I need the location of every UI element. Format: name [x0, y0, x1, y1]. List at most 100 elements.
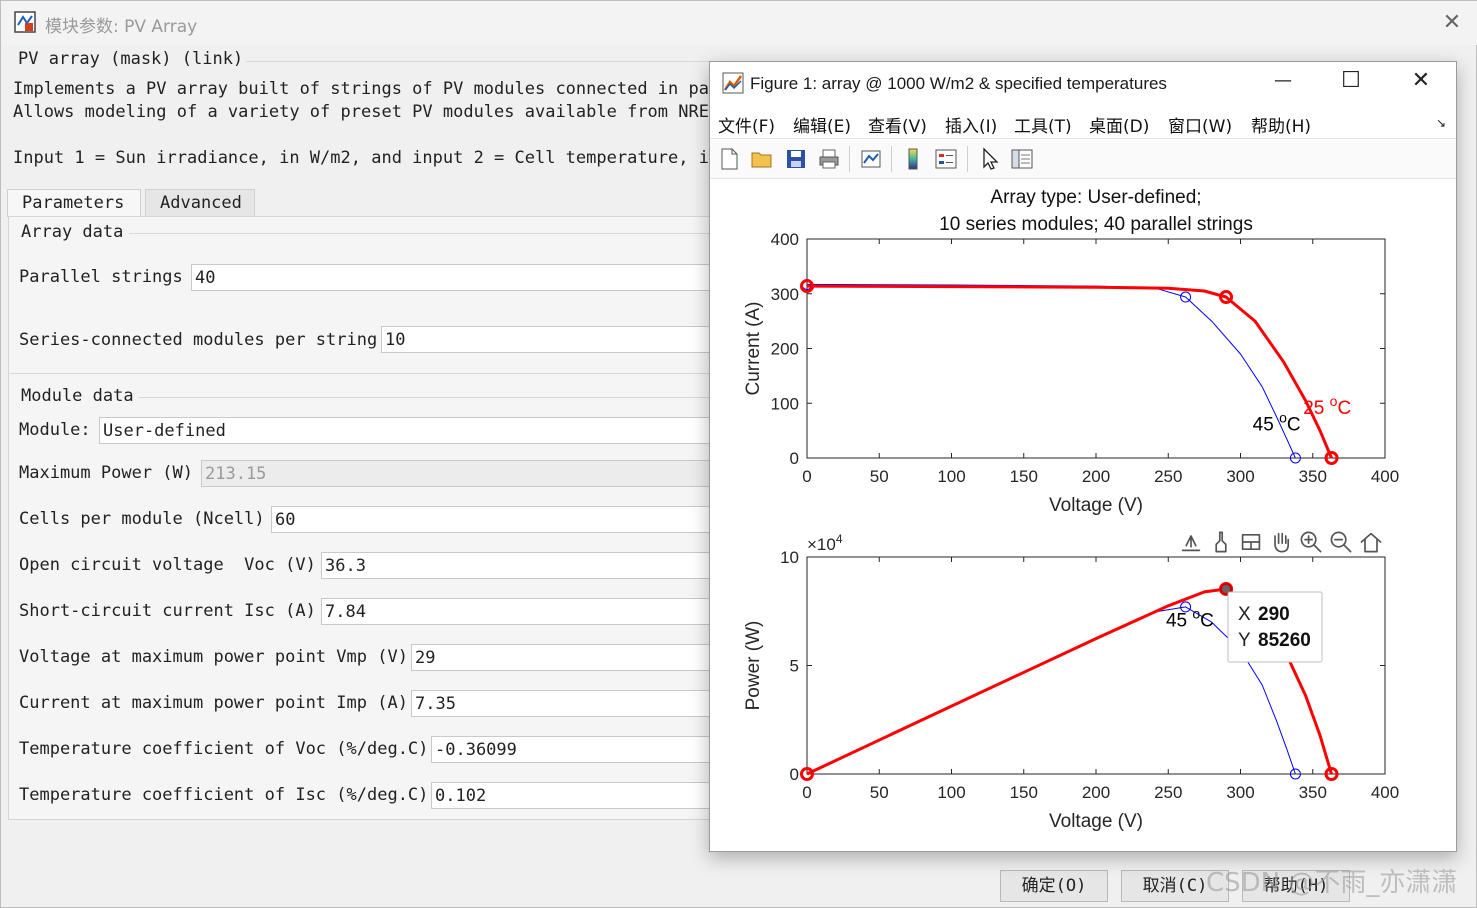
- matlab-figure-icon: [722, 72, 744, 94]
- property-editor-icon[interactable]: [1010, 147, 1034, 171]
- y-tick-label: 0: [790, 449, 799, 468]
- export-icon[interactable]: [1181, 535, 1201, 552]
- y-tick-label: 5: [790, 657, 799, 676]
- toolbar-separator: [967, 146, 968, 172]
- x-tick-label: 0: [802, 467, 811, 486]
- x-tick-label: 300: [1226, 783, 1254, 802]
- figure-toolbar: [710, 140, 1456, 179]
- y-tick-label: 10: [780, 548, 799, 567]
- isc-field[interactable]: 7.84: [321, 598, 711, 625]
- x-tick-label: 50: [870, 467, 889, 486]
- cells-per-module-field[interactable]: 60: [271, 506, 711, 533]
- x-tick-label: 100: [937, 783, 965, 802]
- menu-view[interactable]: 查看(V): [868, 112, 927, 137]
- tc-isc-field[interactable]: 0.102: [431, 782, 711, 809]
- zoom-out-icon[interactable]: [1330, 531, 1352, 553]
- x-tick-label: 150: [1010, 783, 1038, 802]
- x-axis-label: Voltage (V): [1049, 495, 1143, 516]
- close-icon[interactable]: ✕: [1439, 10, 1465, 36]
- series-modules-label: Series-connected modules per string: [19, 330, 378, 350]
- brush-icon[interactable]: [1215, 531, 1227, 553]
- watermark-text: CSDN @不雨_亦潇潇: [1206, 868, 1458, 898]
- menu-edit[interactable]: 编辑(E): [793, 112, 851, 137]
- field-label-tc-isc: Temperature coefficient of Isc (%/deg.C): [19, 785, 429, 805]
- toolbar-separator: [891, 146, 892, 172]
- description-line-2: Allows modeling of a variety of preset P…: [13, 102, 720, 122]
- current-voltage-axes[interactable]: 0 50 100 150 200 250 300 350 400 0 100 200 300 400 Vol…: [743, 230, 1399, 516]
- vmp-field[interactable]: 29: [411, 644, 711, 671]
- tab-advanced[interactable]: Advanced: [145, 189, 255, 217]
- voc-field[interactable]: 36.3: [321, 552, 711, 579]
- y-tick-label: 300: [771, 285, 799, 304]
- datatip-x-value: 290: [1258, 604, 1290, 625]
- field-label-tc-voc: Temperature coefficient of Voc (%/deg.C): [19, 739, 429, 759]
- field-label-max-power: Maximum Power (W): [19, 463, 193, 483]
- colorbar-icon[interactable]: [901, 147, 925, 171]
- tc-voc-field[interactable]: -0.36099: [431, 736, 711, 763]
- dialog-titlebar: 模块参数: PV Array ✕: [1, 1, 1477, 45]
- x-tick-label: 0: [802, 783, 811, 802]
- ok-button[interactable]: 确定(O): [1000, 870, 1108, 902]
- close-icon[interactable]: ✕: [1406, 68, 1436, 94]
- pan-icon[interactable]: [1274, 532, 1290, 553]
- parallel-strings-field[interactable]: 40: [191, 264, 711, 291]
- figure-title: Figure 1: array @ 1000 W/m2 & specified …: [750, 74, 1167, 93]
- zoom-in-icon-shape: [1300, 531, 1322, 553]
- module-label: Module:: [19, 420, 91, 440]
- menu-tools[interactable]: 工具(T): [1014, 112, 1072, 137]
- pointer-icon[interactable]: [978, 147, 1002, 171]
- module-select[interactable]: User-defined: [99, 417, 711, 444]
- pan-icon-shape: [1274, 532, 1290, 553]
- menu-desktop[interactable]: 桌面(D): [1089, 112, 1149, 137]
- brush-icon-shape: [1215, 531, 1227, 553]
- series-modules-field[interactable]: 10: [381, 326, 711, 353]
- save-icon[interactable]: [784, 147, 808, 171]
- axes-toolbar: [1181, 531, 1382, 553]
- plot-area: [806, 556, 1386, 775]
- array-data-group-title: Array data: [21, 222, 124, 242]
- power-voltage-axes[interactable]: 0 50 100 150 200 250 300 350 400 0 5 10 Voltage (V) P…: [743, 532, 1399, 832]
- tab-strip: Parameters Advanced: [7, 189, 717, 217]
- legend-icon[interactable]: [934, 147, 958, 171]
- home-icon-shape: [1360, 532, 1382, 553]
- datatip-icon[interactable]: [1241, 533, 1261, 551]
- field-label-voc: Open circuit voltage Voc (V): [19, 555, 316, 575]
- home-icon[interactable]: [1360, 532, 1382, 553]
- maximize-icon[interactable]: ☐: [1336, 68, 1366, 94]
- menu-file[interactable]: 文件(F): [718, 112, 775, 137]
- imp-field[interactable]: 7.35: [411, 690, 711, 717]
- description-line-1: Implements a PV array built of strings o…: [13, 79, 730, 99]
- datatip-y-value: 85260: [1258, 630, 1311, 651]
- x-tick-label: 300: [1226, 467, 1254, 486]
- zoom-in-icon[interactable]: [1300, 531, 1322, 553]
- x-tick-label: 400: [1371, 783, 1399, 802]
- x-tick-label: 250: [1154, 467, 1182, 486]
- minimize-icon[interactable]: —: [1268, 70, 1298, 96]
- x-tick-label: 350: [1299, 467, 1327, 486]
- menu-insert[interactable]: 插入(I): [945, 112, 997, 137]
- field-label-isc: Short-circuit current Isc (A): [19, 601, 316, 621]
- open-folder-icon[interactable]: [750, 147, 774, 171]
- print-icon[interactable]: [817, 147, 841, 171]
- x-tick-label: 200: [1082, 783, 1110, 802]
- x-tick-label: 100: [937, 467, 965, 486]
- x-tick-label: 150: [1010, 467, 1038, 486]
- datatip-box[interactable]: [1227, 591, 1323, 663]
- tab-parameters[interactable]: Parameters: [7, 189, 141, 217]
- field-label-vmp: Voltage at maximum power point Vmp (V): [19, 647, 408, 667]
- y-exponent-label: ×104: [807, 532, 843, 554]
- menu-help[interactable]: 帮助(H): [1251, 112, 1311, 137]
- y-tick-label: 400: [771, 230, 799, 249]
- new-file-icon[interactable]: [717, 147, 741, 171]
- export-icon-shape: [1181, 535, 1201, 552]
- x-tick-label: 50: [870, 783, 889, 802]
- figure-plots: Array type: User-defined; 10 series modu…: [743, 187, 1399, 832]
- plot-title-line-1: Array type: User-defined;: [990, 187, 1201, 208]
- field-label-imp: Current at maximum power point Imp (A): [19, 693, 408, 713]
- block-header: PV array (mask) (link): [18, 49, 244, 69]
- menu-window[interactable]: 窗口(W): [1168, 112, 1232, 137]
- array-group-divider: [129, 233, 714, 234]
- header-divider: [246, 61, 711, 62]
- dock-arrow-icon[interactable]: ↘: [1436, 116, 1446, 130]
- link-plot-icon[interactable]: [859, 147, 883, 171]
